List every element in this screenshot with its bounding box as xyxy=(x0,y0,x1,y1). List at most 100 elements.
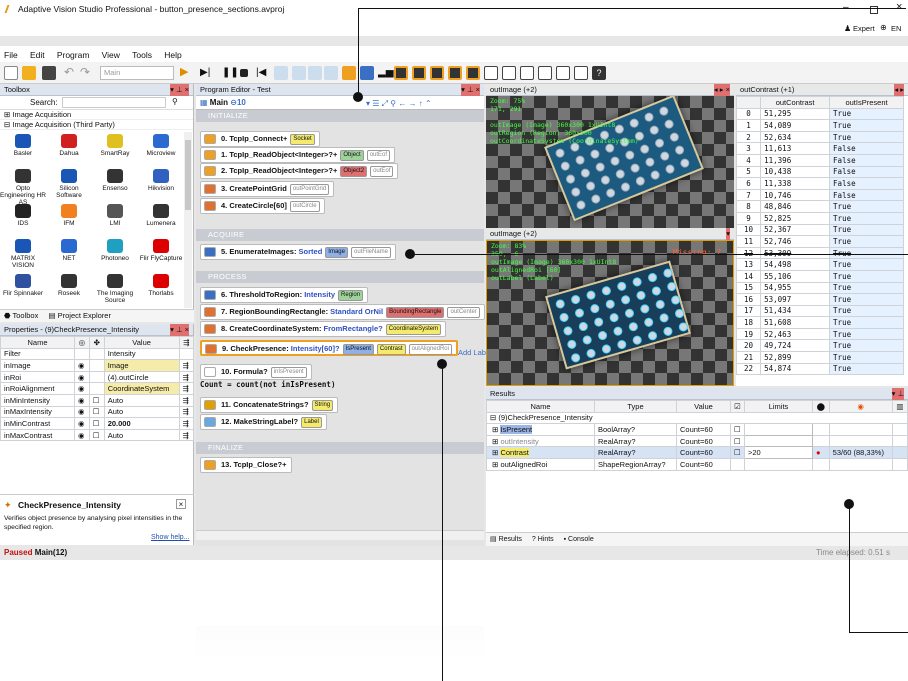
limits-input[interactable] xyxy=(744,434,813,448)
visibility-icon[interactable]: ◉ xyxy=(74,382,90,395)
tab-hints[interactable]: ? Hints xyxy=(528,536,558,543)
breakpoint-icon[interactable] xyxy=(324,66,338,80)
limits-input[interactable] xyxy=(744,457,813,471)
toolbox-scrollbar[interactable] xyxy=(184,132,192,308)
output-port[interactable]: IsPresent xyxy=(342,343,374,355)
pin-icon[interactable]: ▾ ⊥ × xyxy=(170,324,189,336)
output-port[interactable]: Image xyxy=(325,246,348,258)
search-icon[interactable]: ⚲ xyxy=(172,97,178,106)
open-folder-icon[interactable] xyxy=(22,66,36,80)
macro-count[interactable]: ⊖10 xyxy=(230,98,246,107)
property-value[interactable]: (4).outCircle xyxy=(103,370,180,384)
program-node[interactable]: 5. EnumerateImages: Sorted Image outFileNa… xyxy=(200,244,396,260)
table-row[interactable]: 1 54,089 True xyxy=(735,119,904,132)
checkbox[interactable]: ☐ xyxy=(88,417,105,430)
program-node[interactable]: 8. CreateCoordinateSystem: FromRectangle… xyxy=(200,321,447,337)
program-node[interactable]: 1. TcpIp_ReadObject<Integer>?+ Object outE… xyxy=(200,147,396,163)
vendor-the-imaging-source[interactable]: The Imaging Source xyxy=(92,272,138,307)
vendor-roseek[interactable]: Roseek xyxy=(46,272,92,307)
property-value[interactable]: 20.000 xyxy=(103,417,180,430)
program-node[interactable]: 3. CreatePointGrid outPointGrid xyxy=(200,181,335,197)
property-row[interactable]: inRoi ◉ (4).outCircle ⇶ xyxy=(0,370,195,384)
property-value[interactable]: Auto xyxy=(103,405,180,419)
step-into-icon[interactable] xyxy=(292,66,306,80)
vendor-photoneo[interactable]: Photoneo xyxy=(92,237,138,272)
vendor-flir-flycapture[interactable]: Flir FlyCapture xyxy=(138,237,184,272)
editor-hscroll[interactable] xyxy=(196,530,484,540)
link-icon[interactable]: ⇶ xyxy=(178,382,195,395)
visibility-icon[interactable]: ◉ xyxy=(74,428,90,442)
results-group[interactable]: ⊟ (9)CheckPresence_Intensity xyxy=(486,411,908,425)
program-node[interactable]: 4. CreateCircle[60] outCircle xyxy=(200,198,325,214)
output-port[interactable]: Label xyxy=(301,416,322,428)
vendor-lmi[interactable]: LMI xyxy=(92,202,138,237)
view-grid-icon[interactable] xyxy=(520,66,534,80)
vendor-ensenso[interactable]: Ensenso xyxy=(92,167,138,202)
help-icon[interactable]: ? xyxy=(592,66,606,80)
program-node[interactable]: 6. ThresholdToRegion: Intensity Region xyxy=(200,287,369,303)
result-checkbox[interactable]: ☐ xyxy=(730,446,745,459)
category-image-acquisition[interactable]: ⊞ Image Acquisition xyxy=(0,110,193,120)
mail-icon[interactable] xyxy=(574,66,588,80)
result-row[interactable]: ⊞ outIntensity RealArray? Count=60 ☐ xyxy=(486,434,908,448)
output-port[interactable]: Object xyxy=(340,149,364,161)
checkbox[interactable] xyxy=(88,359,105,372)
close-button[interactable]: × xyxy=(896,1,902,13)
table-row[interactable]: 2 52,634 True xyxy=(735,130,904,144)
macro-name[interactable]: Main xyxy=(210,98,228,107)
link-icon[interactable]: ⇶ xyxy=(178,428,195,442)
checkbox[interactable]: ☐ xyxy=(88,405,105,419)
user-mode[interactable]: Expert xyxy=(853,24,875,33)
vendor-dahua[interactable]: Dahua xyxy=(46,132,92,167)
vendor-net[interactable]: NET xyxy=(46,237,92,272)
vendor-smartray[interactable]: SmartRay xyxy=(92,132,138,167)
output-port[interactable]: outPointGrid xyxy=(289,183,330,195)
close-help-button[interactable]: × xyxy=(176,499,186,509)
link-icon[interactable]: ⇶ xyxy=(178,370,195,384)
vendor-flir-spinnaker[interactable]: Flir Spinnaker xyxy=(0,272,46,307)
property-row[interactable]: inImage ◉ Image ⇶ xyxy=(0,359,195,372)
program-node[interactable]: 13. TcpIp_Close?+ xyxy=(200,457,292,473)
result-row[interactable]: ⊞ Contrast RealArray? Count=60 ☐ >20 ● 53/60 (… xyxy=(486,446,908,459)
output-port[interactable]: outCenter xyxy=(447,306,480,318)
search-input[interactable] xyxy=(62,97,166,108)
output-port[interactable]: Contrast xyxy=(376,343,406,355)
visibility-icon[interactable] xyxy=(74,347,90,361)
program-select[interactable]: Main xyxy=(100,66,174,80)
link-icon[interactable]: ⇶ xyxy=(178,417,195,430)
vendor-thorlabs[interactable]: Thorlabs xyxy=(138,272,184,307)
table-row[interactable]: 11 52,746 True xyxy=(735,235,904,248)
visibility-icon[interactable]: ◉ xyxy=(74,393,90,407)
pause-icon[interactable]: ❚❚ xyxy=(222,66,239,80)
tab-results[interactable]: ▤ Results xyxy=(486,536,526,543)
visibility-icon[interactable]: ◉ xyxy=(74,370,90,384)
table-row[interactable]: 18 51,608 True xyxy=(735,316,904,329)
table-row[interactable]: 20 49,724 True xyxy=(735,339,904,353)
link-icon[interactable]: ⇶ xyxy=(178,393,195,407)
table-row[interactable]: 6 11,338 False xyxy=(735,177,904,190)
program-node[interactable]: 9. CheckPresence: Intensity[60]? IsPresen… xyxy=(200,340,458,356)
tools-icon[interactable] xyxy=(342,66,356,80)
pin-icon[interactable]: ▾ ⊥ × xyxy=(170,84,189,96)
program-node[interactable]: 2. TcpIp_ReadObject<Integer>?+ Object2 out… xyxy=(200,163,399,179)
table-row[interactable]: 22 54,874 True xyxy=(735,362,904,376)
property-value[interactable]: CoordinateSystem xyxy=(103,382,180,395)
output-port[interactable]: outEof xyxy=(370,165,394,177)
hmi-icon[interactable] xyxy=(556,66,570,80)
table-row[interactable]: 0 51,295 True xyxy=(735,107,904,121)
statistics-icon[interactable]: ▂▅ xyxy=(378,66,393,80)
run-icon[interactable]: ▶ xyxy=(180,66,194,80)
visibility-icon[interactable]: ◉ xyxy=(74,405,90,419)
checkbox[interactable]: ☐ xyxy=(88,393,105,407)
checkbox[interactable]: ☐ xyxy=(88,428,105,442)
link-icon[interactable]: ⇶ xyxy=(178,405,195,419)
tab-toolbox[interactable]: ⬣ Toolbox xyxy=(0,311,42,320)
visibility-icon[interactable]: ◉ xyxy=(74,359,90,372)
vendor-opto-engineering-hr-as[interactable]: Opto Engineering HR AS xyxy=(0,167,46,206)
property-row[interactable]: inRoiAlignment ◉ CoordinateSystem ⇶ xyxy=(0,382,195,395)
new-file-icon[interactable] xyxy=(4,66,18,80)
visibility-icon[interactable]: ◉ xyxy=(74,417,90,430)
vendor-ifm[interactable]: IFM xyxy=(46,202,92,237)
limits-input[interactable]: >20 xyxy=(744,446,813,459)
vendor-hikvision[interactable]: Hikvision xyxy=(138,167,184,202)
